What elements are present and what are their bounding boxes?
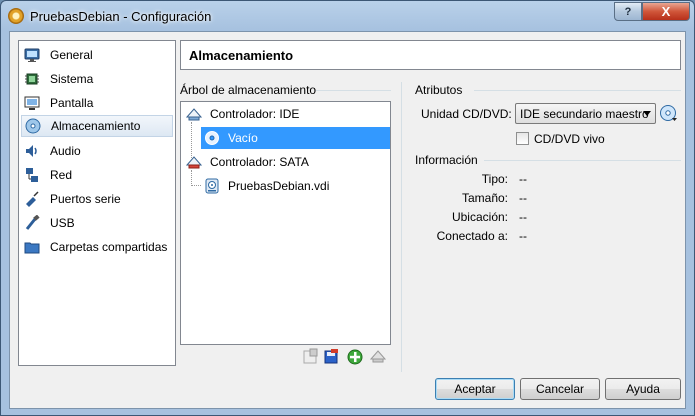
window-title: PruebasDebian - Configuración — [30, 9, 212, 24]
tree-item-label: Controlador: IDE — [210, 107, 300, 121]
sidebar-item-almacenamiento[interactable]: Almacenamiento — [21, 115, 173, 137]
sidebar-item-label: Red — [50, 168, 73, 182]
title-bar[interactable]: PruebasDebian - Configuración ? X — [1, 1, 694, 31]
page-title: Almacenamiento — [180, 40, 681, 70]
add-controller-icon[interactable] — [302, 348, 319, 365]
tree-connector — [191, 185, 201, 186]
cd-drive-label: Unidad CD/DVD: — [421, 107, 512, 121]
tree-item-label: PruebasDebian.vdi — [228, 179, 330, 193]
sidebar-item-label: USB — [50, 216, 75, 230]
sidebar-item-label: Pantalla — [50, 96, 94, 110]
accept-button[interactable]: Aceptar — [435, 378, 515, 400]
chip-icon — [24, 71, 40, 87]
choose-disc-icon[interactable] — [659, 104, 678, 123]
sidebar-item-carpetas-compartidas[interactable]: Carpetas compartidas — [21, 236, 173, 258]
info-type-label: Tipo: — [481, 172, 508, 186]
sidebar-item-label: General — [50, 48, 93, 62]
info-location-label: Ubicación: — [451, 210, 508, 224]
sidebar-item-red[interactable]: Red — [21, 164, 173, 186]
settings-window: PruebasDebian - Configuración ? X Genera… — [0, 0, 695, 416]
display-icon — [24, 95, 40, 111]
sidebar-item-label: Puertos serie — [50, 192, 121, 206]
sidebar-item-puertos-serie[interactable]: Puertos serie — [21, 188, 173, 210]
tree-item-label: Vacío — [228, 131, 258, 145]
chevron-down-icon — [643, 111, 651, 116]
serial-port-icon — [24, 191, 40, 207]
help-button[interactable]: Ayuda — [605, 378, 681, 400]
sidebar-item-general[interactable]: General — [21, 44, 173, 66]
sidebar-item-label: Carpetas compartidas — [50, 240, 168, 254]
add-attachment-icon[interactable] — [347, 348, 364, 365]
storage-tree-label: Árbol de almacenamiento — [180, 83, 317, 97]
tree-item-empty-cd[interactable]: Vacío — [201, 127, 390, 149]
info-size-value: -- — [519, 191, 527, 205]
attributes-label: Atributos — [415, 83, 463, 97]
info-type-value: -- — [519, 172, 527, 186]
sidebar-item-pantalla[interactable]: Pantalla — [21, 92, 173, 114]
folder-icon — [24, 239, 40, 255]
information-label: Información — [415, 153, 478, 167]
group-divider — [474, 90, 681, 91]
sata-controller-icon — [185, 154, 203, 170]
tree-item-ide-controller[interactable]: Controlador: IDE — [185, 103, 386, 125]
panel-separator — [401, 82, 402, 372]
sidebar-item-audio[interactable]: Audio — [21, 140, 173, 162]
storage-tree[interactable]: Controlador: IDE Vacío Controlador: SATA… — [180, 101, 391, 345]
live-cd-label: CD/DVD vivo — [534, 132, 605, 146]
group-divider — [316, 90, 391, 91]
info-attached-value: -- — [519, 229, 527, 243]
tree-item-vdi-disk[interactable]: PruebasDebian.vdi — [204, 175, 384, 197]
virtualbox-app-icon — [8, 8, 24, 24]
disk-icon — [25, 118, 41, 134]
sidebar-item-label: Sistema — [50, 72, 94, 86]
sidebar-item-sistema[interactable]: Sistema — [21, 68, 173, 90]
network-icon — [24, 167, 40, 183]
settings-sidebar: General Sistema Pantalla Almacenamiento — [18, 40, 176, 366]
window-close-button[interactable]: X — [642, 2, 690, 21]
hard-disk-icon — [204, 178, 220, 194]
cd-drive-selected-value: IDE secundario maestro — [520, 106, 649, 121]
sidebar-item-label: Almacenamiento — [51, 119, 141, 133]
group-divider — [484, 160, 681, 161]
speaker-icon — [24, 143, 40, 159]
remove-attachment-icon[interactable] — [369, 348, 387, 365]
info-size-label: Tamaño: — [461, 191, 508, 205]
dialog-client: General Sistema Pantalla Almacenamiento — [9, 31, 686, 409]
tree-item-label: Controlador: SATA — [210, 155, 309, 169]
sidebar-item-label: Audio — [50, 144, 81, 158]
live-cd-checkbox[interactable] — [516, 132, 529, 145]
tree-item-sata-controller[interactable]: Controlador: SATA — [185, 151, 386, 173]
cancel-button[interactable]: Cancelar — [520, 378, 600, 400]
cd-drive-select[interactable]: IDE secundario maestro — [515, 103, 656, 124]
ide-controller-icon — [185, 106, 203, 122]
title-help-button[interactable]: ? — [614, 2, 642, 21]
remove-controller-icon[interactable] — [323, 348, 340, 365]
usb-icon — [24, 214, 40, 231]
cd-disc-icon — [204, 130, 220, 146]
info-location-value: -- — [519, 210, 527, 224]
sidebar-item-usb[interactable]: USB — [21, 212, 173, 234]
monitor-icon — [24, 47, 40, 63]
info-attached-label: Conectado a: — [436, 229, 508, 243]
